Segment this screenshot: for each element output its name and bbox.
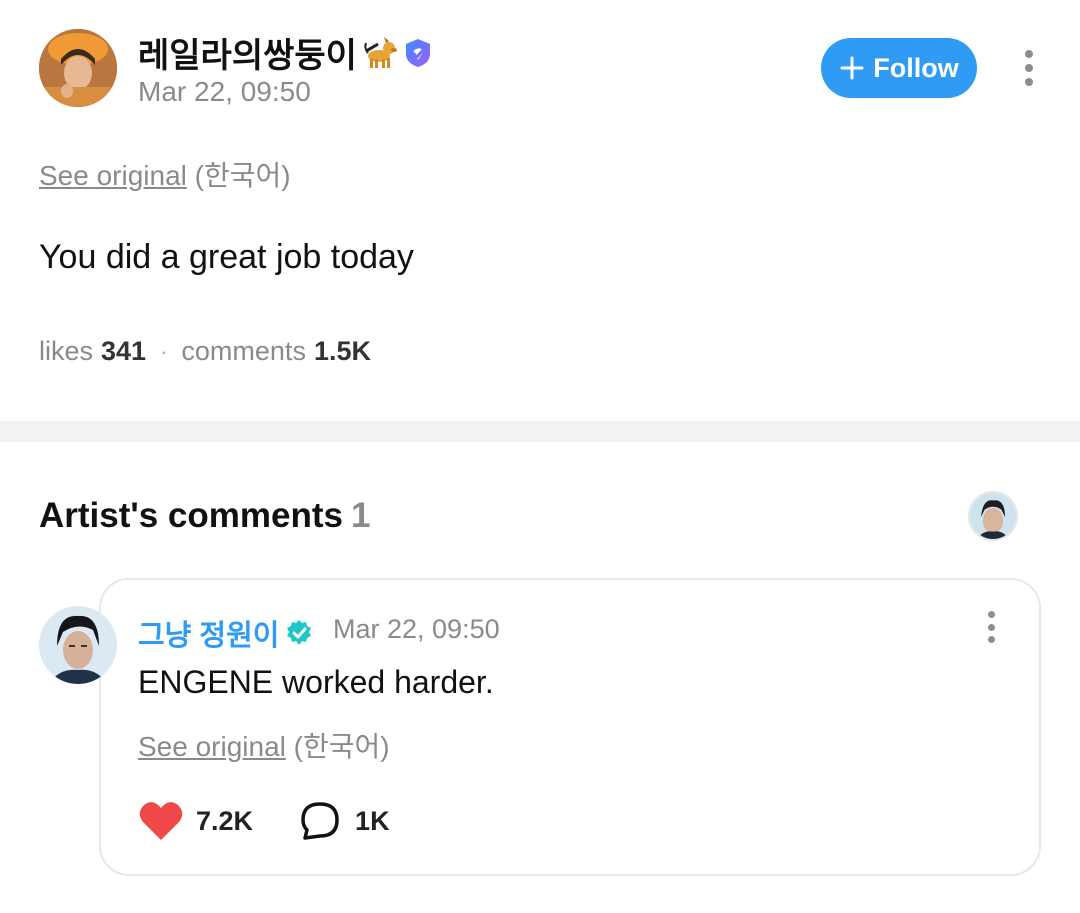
follow-label: Follow [873, 52, 959, 83]
post-see-original-row: See original (한국어) [39, 154, 291, 194]
artist-comments-heading: Artist's comments 1 [39, 496, 370, 536]
comment-actions: 7.2K 1K [138, 800, 390, 842]
comment-see-original-row: See original (한국어) [138, 725, 390, 765]
stats-separator: · [160, 338, 168, 364]
more-dot [1025, 78, 1033, 86]
post-detail-page: 레일라의쌍둥이 Mar 22, 09:50 Follow See origina… [0, 0, 1080, 913]
comment-original-language-label: (한국어) [293, 731, 390, 762]
more-dot [987, 611, 995, 618]
verified-badge-teal-icon [285, 619, 313, 647]
more-vertical-icon[interactable] [1014, 46, 1044, 90]
comment-timestamp: Mar 22, 09:50 [333, 614, 500, 644]
post-text: You did a great job today [39, 238, 414, 276]
comments-count[interactable]: 1.5K [314, 336, 371, 367]
artist-comments-title: Artist's comments [39, 496, 343, 535]
original-language-label: (한국어) [194, 160, 291, 191]
commenter-name-row[interactable]: 그냥 정원이 [138, 612, 313, 654]
comment-more-vertical-icon[interactable] [978, 609, 1004, 645]
heart-icon[interactable] [138, 800, 184, 842]
comment-text: ENGENE worked harder. [138, 664, 494, 700]
more-dot [1025, 50, 1033, 58]
comments-label[interactable]: comments [181, 336, 306, 367]
post-timestamp: Mar 22, 09:50 [138, 76, 311, 107]
author-name[interactable]: 레일라의쌍둥이 [138, 28, 357, 77]
dog-emoji-icon [361, 36, 397, 70]
speech-bubble-icon[interactable] [299, 800, 341, 842]
post-stats: likes 341 · comments 1.5K [39, 336, 371, 367]
verified-badge-purple-icon [403, 38, 433, 68]
author-name-row[interactable]: 레일라의쌍둥이 [138, 28, 433, 77]
post-header: 레일라의쌍둥이 Mar 22, 09:50 Follow [0, 0, 1080, 140]
commenter-avatar[interactable] [39, 606, 117, 684]
more-dot [987, 636, 995, 643]
commenter-name[interactable]: 그냥 정원이 [138, 612, 279, 654]
more-dot [987, 623, 995, 631]
artist-comments-count: 1 [350, 496, 371, 535]
artist-avatar-small[interactable] [968, 491, 1018, 541]
comment-reply-count: 1K [355, 805, 390, 836]
comment-see-original-link[interactable]: See original [138, 731, 286, 762]
likes-label: likes [39, 336, 94, 366]
more-dot [1025, 64, 1033, 72]
follow-button[interactable]: Follow [821, 38, 977, 98]
section-divider [0, 421, 1080, 442]
plus-icon [839, 55, 865, 81]
comment-like-count: 7.2K [196, 805, 254, 836]
author-avatar[interactable] [39, 29, 117, 107]
likes-count: 341 [101, 336, 147, 366]
see-original-link[interactable]: See original [39, 160, 187, 191]
